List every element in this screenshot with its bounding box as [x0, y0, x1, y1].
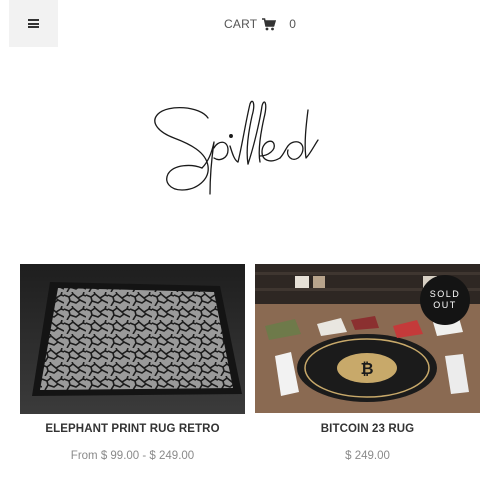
product-title-link[interactable]: ELEPHANT PRINT RUG RETRO — [20, 423, 245, 435]
sold-out-badge-line1: SOLD — [429, 289, 461, 299]
shopping-cart-icon — [262, 17, 277, 30]
product-title-link[interactable]: BITCOIN 23 RUG — [255, 423, 480, 435]
product-card-bitcoin-23-rug[interactable]: ₿ SOLD OUT BITCOIN 23 RUG $ 249.00 — [255, 264, 480, 462]
cart-count: 0 — [289, 17, 297, 31]
hamburger-icon — [28, 19, 39, 28]
product-image-elephant-print-rug[interactable] — [20, 264, 245, 414]
svg-text:₿: ₿ — [360, 360, 373, 378]
product-price: From $ 99.00 - $ 249.00 — [70, 450, 195, 462]
elephant-rug-image — [20, 264, 245, 414]
product-card-elephant-print-rug[interactable]: ELEPHANT PRINT RUG RETRO From $ 99.00 - … — [20, 264, 245, 462]
product-image-bitcoin-23-rug[interactable]: ₿ SOLD OUT — [255, 264, 480, 413]
cart-link[interactable]: CART 0 — [224, 16, 296, 32]
menu-toggle-button[interactable] — [9, 0, 58, 47]
sold-out-badge: SOLD OUT — [420, 275, 470, 325]
store-logo[interactable] — [148, 96, 338, 196]
product-price: $ 249.00 — [345, 450, 390, 462]
sold-out-badge-line2: OUT — [433, 300, 457, 310]
cart-label: CART — [224, 17, 258, 31]
logo-script-image — [154, 100, 319, 195]
